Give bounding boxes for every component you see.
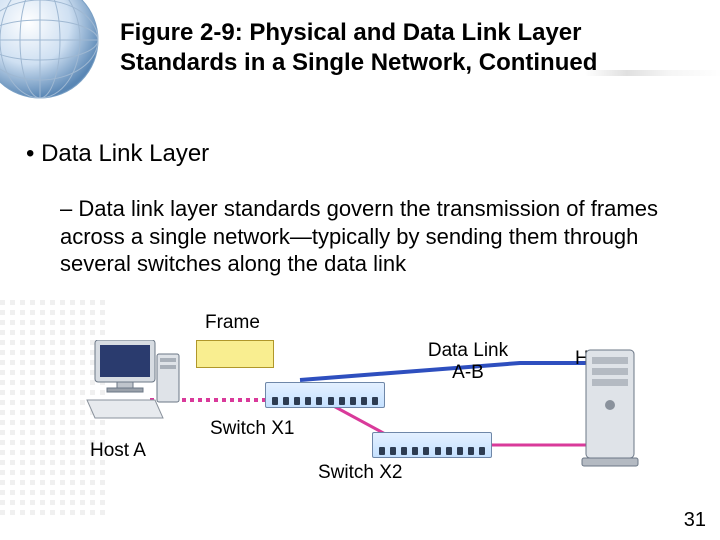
label-switch-x2: Switch X2 xyxy=(318,462,402,484)
host-b-icon xyxy=(578,345,648,470)
bullet-data-link-layer: Data Link Layer xyxy=(26,140,209,168)
label-data-link-top: Data Link xyxy=(428,340,508,361)
sub-bullet-text: Data link layer standards govern the tra… xyxy=(60,195,660,278)
network-diagram: Frame Data Link A-B Host B Host A Switch… xyxy=(0,310,720,520)
label-data-link-bottom: A-B xyxy=(452,362,484,383)
globe-decoration xyxy=(0,0,110,110)
switch-x2-icon xyxy=(372,432,492,458)
label-host-a: Host A xyxy=(90,440,146,462)
switch-x1-icon xyxy=(265,382,385,408)
frame-icon xyxy=(196,340,274,368)
title-flare xyxy=(585,70,720,76)
label-frame: Frame xyxy=(205,312,260,334)
label-switch-x1: Switch X1 xyxy=(210,418,294,440)
page-number: 31 xyxy=(684,509,706,532)
slide-title: Figure 2-9: Physical and Data Link Layer… xyxy=(120,18,680,78)
host-a-icon xyxy=(85,340,185,420)
